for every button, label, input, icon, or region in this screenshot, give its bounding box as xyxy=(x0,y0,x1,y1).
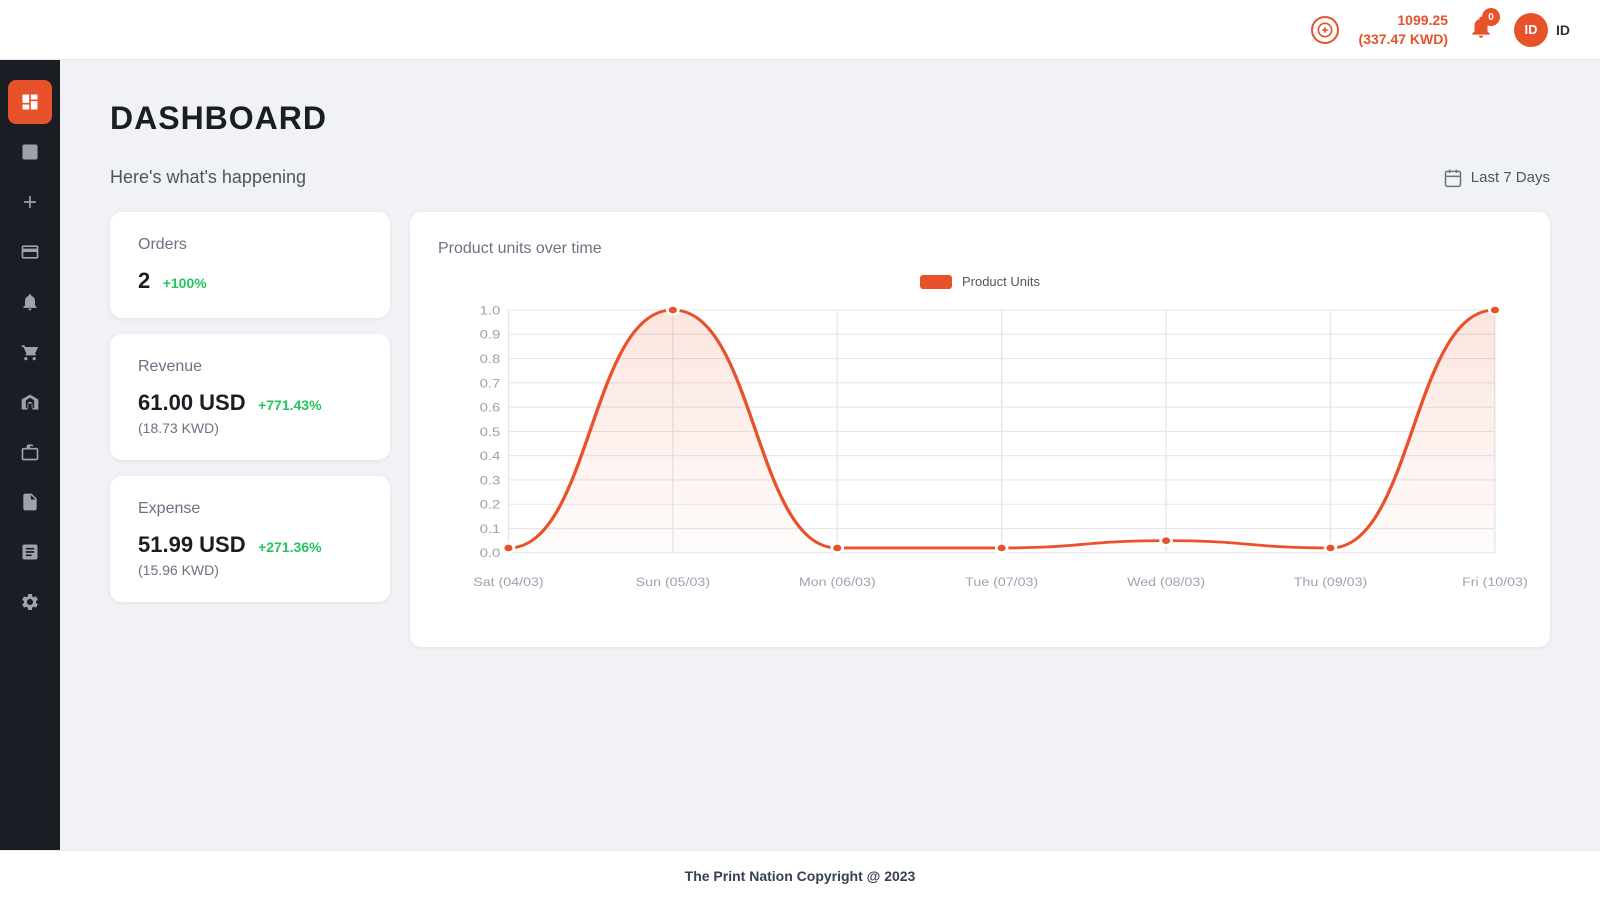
svg-text:0.7: 0.7 xyxy=(480,377,501,390)
svg-text:Wed (08/03): Wed (08/03) xyxy=(1127,575,1205,588)
svg-text:0.1: 0.1 xyxy=(480,522,501,535)
chart-card: Product units over time Product Units 0.… xyxy=(410,212,1550,647)
revenue-sub: (18.73 KWD) xyxy=(138,420,362,436)
orders-change: +100% xyxy=(163,275,207,291)
page-title: DASHBOARD xyxy=(110,100,1550,137)
footer: The Print Nation Copyright @ 2023 xyxy=(0,850,1600,900)
sidebar-item-store[interactable] xyxy=(8,380,52,424)
sidebar-item-briefcase[interactable] xyxy=(8,430,52,474)
sidebar-item-settings[interactable] xyxy=(8,580,52,624)
sidebar-item-files[interactable] xyxy=(8,480,52,524)
sidebar xyxy=(0,60,60,850)
svg-text:0.0: 0.0 xyxy=(480,546,501,559)
sidebar-item-reports[interactable] xyxy=(8,130,52,174)
chart-legend: Product Units xyxy=(438,274,1522,289)
date-filter-button[interactable]: Last 7 Days xyxy=(1443,168,1550,188)
main-layout: DASHBOARD Here's what's happening Last 7… xyxy=(0,60,1600,850)
expense-change: +271.36% xyxy=(258,539,321,555)
expense-sub: (15.96 KWD) xyxy=(138,562,362,578)
revenue-value: 61.00 USD xyxy=(138,390,246,415)
orders-card-title: Orders xyxy=(138,236,362,254)
section-subtitle: Here's what's happening xyxy=(110,167,306,188)
svg-text:Mon (06/03): Mon (06/03) xyxy=(799,575,876,588)
revenue-change: +771.43% xyxy=(258,397,321,413)
content-area: DASHBOARD Here's what's happening Last 7… xyxy=(60,60,1600,850)
expense-value: 51.99 USD xyxy=(138,532,246,557)
revenue-card-title: Revenue xyxy=(138,358,362,376)
sidebar-item-add[interactable] xyxy=(8,180,52,224)
svg-text:0.6: 0.6 xyxy=(480,401,501,414)
header-balance[interactable]: 1099.25 (337.47 KWD) xyxy=(1359,11,1448,47)
svg-text:0.4: 0.4 xyxy=(480,449,501,462)
orders-value: 2 xyxy=(138,268,150,293)
svg-text:0.8: 0.8 xyxy=(480,352,501,365)
svg-text:Thu (09/03): Thu (09/03) xyxy=(1294,575,1368,588)
svg-text:0.9: 0.9 xyxy=(480,328,501,341)
notifications-button[interactable]: 0 xyxy=(1468,14,1494,45)
svg-text:0.5: 0.5 xyxy=(480,425,501,438)
sidebar-item-dashboard[interactable] xyxy=(8,80,52,124)
chart-title: Product units over time xyxy=(438,240,1522,258)
chart-area: 0.0 0.1 0.2 0.3 0.4 0.5 0.6 0.7 0.8 0.9 1.0 Sat (04… xyxy=(438,299,1522,619)
svg-text:Sun (05/03): Sun (05/03) xyxy=(636,575,710,588)
svg-text:Sat (04/03): Sat (04/03) xyxy=(473,575,543,588)
legend-swatch xyxy=(920,275,952,289)
svg-text:0.2: 0.2 xyxy=(480,498,501,511)
expense-card-title: Expense xyxy=(138,500,362,518)
expense-card: Expense 51.99 USD +271.36% (15.96 KWD) xyxy=(110,476,390,602)
cards-row: Orders 2 +100% Revenue 61.00 USD +771.43… xyxy=(110,212,1550,647)
user-menu[interactable]: ID ID xyxy=(1514,13,1570,47)
sidebar-item-notifications[interactable] xyxy=(8,280,52,324)
add-credit-button[interactable] xyxy=(1311,16,1339,44)
svg-text:Fri (10/03): Fri (10/03) xyxy=(1462,575,1528,588)
date-filter-label: Last 7 Days xyxy=(1471,169,1550,186)
orders-card: Orders 2 +100% xyxy=(110,212,390,318)
sidebar-item-invoice[interactable] xyxy=(8,530,52,574)
avatar: ID xyxy=(1514,13,1548,47)
footer-text: The Print Nation Copyright @ 2023 xyxy=(685,868,916,884)
notification-badge: 0 xyxy=(1482,8,1500,26)
sidebar-item-cart[interactable] xyxy=(8,330,52,374)
top-header: 1099.25 (337.47 KWD) 0 ID ID xyxy=(0,0,1600,60)
legend-label: Product Units xyxy=(962,274,1040,289)
svg-text:0.3: 0.3 xyxy=(480,474,501,487)
stat-cards-column: Orders 2 +100% Revenue 61.00 USD +771.43… xyxy=(110,212,390,602)
sidebar-item-cards[interactable] xyxy=(8,230,52,274)
user-label: ID xyxy=(1556,22,1570,38)
svg-text:Tue (07/03): Tue (07/03) xyxy=(965,575,1038,588)
svg-text:1.0: 1.0 xyxy=(480,304,501,317)
revenue-card: Revenue 61.00 USD +771.43% (18.73 KWD) xyxy=(110,334,390,460)
section-header: Here's what's happening Last 7 Days xyxy=(110,167,1550,188)
